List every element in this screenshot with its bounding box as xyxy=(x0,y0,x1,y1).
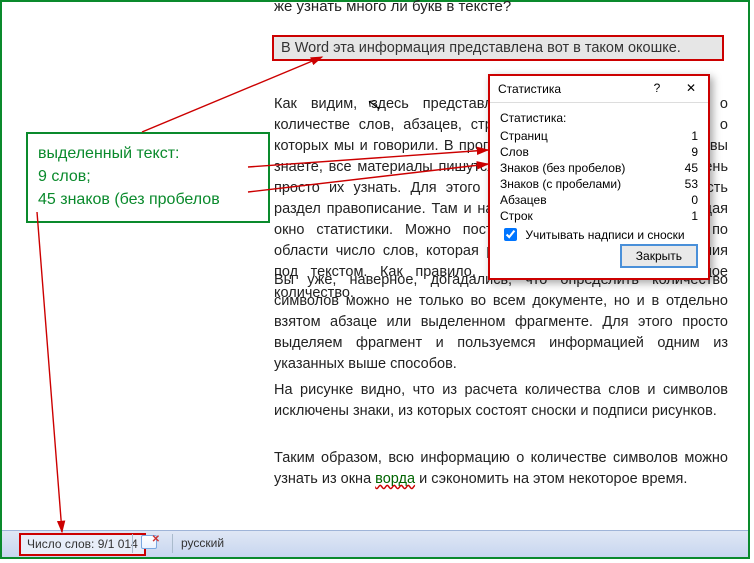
dialog-titlebar[interactable]: Статистика ? ✕ xyxy=(490,76,708,103)
stat-value: 45 xyxy=(685,161,698,175)
highlighted-selection[interactable]: В Word эта информация представлена вот в… xyxy=(272,35,724,61)
stat-label: Знаков (с пробелами) xyxy=(500,177,621,191)
stat-label: Абзацев xyxy=(500,193,547,207)
status-proofing-icon[interactable] xyxy=(132,534,167,553)
statistics-dialog: Статистика ? ✕ Статистика: Страниц 1 Слов… xyxy=(488,74,710,280)
status-language[interactable]: русский xyxy=(172,534,232,553)
stat-row-chars-space: Знаков (с пробелами) 53 xyxy=(500,177,698,191)
mouse-cursor-icon: ↖ xyxy=(366,95,383,116)
stat-label: Знаков (без пробелов) xyxy=(500,161,625,175)
link-word2[interactable]: ворда xyxy=(375,471,415,487)
stats-header: Статистика: xyxy=(500,111,698,125)
stat-value: 53 xyxy=(685,177,698,191)
checkbox-label: Учитывать надписи и сноски xyxy=(525,228,684,242)
include-footnotes-input[interactable] xyxy=(504,228,517,241)
include-footnotes-checkbox[interactable]: Учитывать надписи и сноски xyxy=(500,228,685,242)
annotation-line1: выделенный текст: xyxy=(38,142,258,165)
status-word-count[interactable]: Число слов: 9/1 014 xyxy=(19,533,146,556)
dialog-close-action-button[interactable]: Закрыть xyxy=(620,244,698,268)
dialog-help-button[interactable]: ? xyxy=(640,76,674,100)
body-paragraph-3: На рисунке видно, что из расчета количес… xyxy=(274,380,728,422)
stat-label: Слов xyxy=(500,145,529,159)
dialog-body: Статистика: Страниц 1 Слов 9 Знаков (без п… xyxy=(490,103,708,278)
stat-row-paragraphs: Абзацев 0 xyxy=(500,193,698,207)
stat-label: Страниц xyxy=(500,129,548,143)
stat-row-lines: Строк 1 xyxy=(500,209,698,223)
text: и сэкономить на этом некоторое время. xyxy=(415,471,687,487)
stat-value: 1 xyxy=(691,209,698,223)
body-paragraph-2: Вы уже, наверное, догадались, что опреде… xyxy=(274,270,728,375)
stat-label: Строк xyxy=(500,209,533,223)
dialog-title: Статистика xyxy=(498,82,561,96)
annotation-line2: 9 слов; xyxy=(38,165,258,188)
stat-value: 0 xyxy=(691,193,698,207)
status-bar: Число слов: 9/1 014 русский xyxy=(2,530,748,557)
book-icon xyxy=(141,535,157,549)
highlighted-text: В Word эта информация представлена вот в… xyxy=(281,40,681,56)
annotation-callout: выделенный текст: 9 слов; 45 знаков (без… xyxy=(26,132,270,223)
annotation-line3: 45 знаков (без пробелов xyxy=(38,188,258,211)
stat-row-words: Слов 9 xyxy=(500,145,698,159)
stat-row-chars-nospace: Знаков (без пробелов) 45 xyxy=(500,161,698,175)
stat-row-pages: Страниц 1 xyxy=(500,129,698,143)
stat-value: 9 xyxy=(691,145,698,159)
body-paragraph-4: Таким образом, всю информацию о количест… xyxy=(274,448,728,490)
dialog-close-button[interactable]: ✕ xyxy=(674,76,708,100)
stat-value: 1 xyxy=(691,129,698,143)
truncated-line-top: же узнать много ли букв в тексте? xyxy=(2,0,748,20)
screenshot-frame: же узнать много ли букв в тексте? В Word… xyxy=(0,0,750,559)
